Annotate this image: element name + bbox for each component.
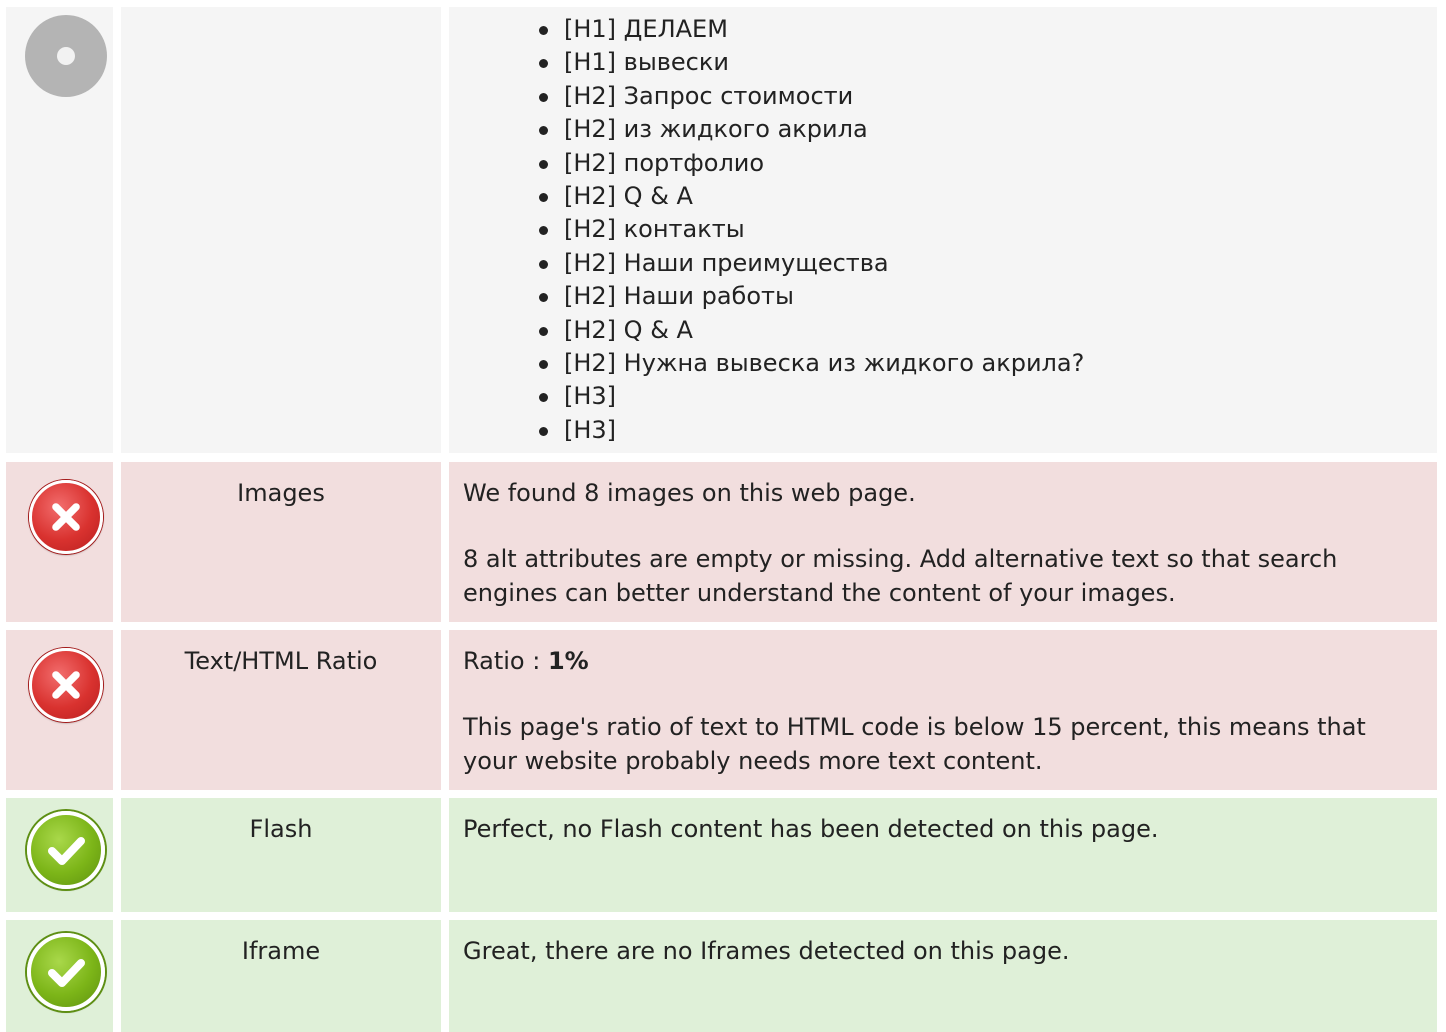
ratio-label-cell: Text/HTML Ratio	[121, 630, 441, 790]
heading-item: [H2] Нужна вывеска из жидкого акрила?	[539, 347, 1437, 380]
ratio-value-line: Ratio : 1%	[463, 644, 1423, 678]
error-x-icon	[29, 480, 103, 554]
heading-item: [H2] портфолио	[539, 147, 1437, 180]
iframe-status-cell	[6, 920, 113, 1032]
heading-item: [H2] Наши работы	[539, 280, 1437, 313]
iframe-text: Great, there are no Iframes detected on …	[463, 937, 1070, 965]
heading-item: [H2] из жидкого акрила	[539, 113, 1437, 146]
images-alt-text: 8 alt attributes are empty or missing. A…	[463, 545, 1338, 607]
heading-item: [H2] Запрос стоимости	[539, 80, 1437, 113]
ratio-prefix: Ratio :	[463, 647, 548, 675]
heading-item: [H1] вывески	[539, 46, 1437, 79]
headings-status-cell	[6, 7, 113, 453]
ratio-value: 1%	[547, 647, 589, 675]
heading-item: [H2] Наши преимущества	[539, 247, 1437, 280]
images-label: Images	[237, 479, 325, 507]
heading-item: [H2] Q & A	[539, 314, 1437, 347]
heading-item: [H3]	[539, 414, 1437, 447]
flash-label: Flash	[249, 815, 313, 843]
flash-status-cell	[6, 798, 113, 912]
error-x-icon	[29, 648, 103, 722]
images-label-cell: Images	[121, 462, 441, 622]
iframe-label: Iframe	[241, 937, 321, 965]
flash-label-cell: Flash	[121, 798, 441, 912]
info-neutral-icon	[25, 15, 107, 97]
iframe-label-cell: Iframe	[121, 920, 441, 1032]
headings-label-cell	[121, 7, 441, 453]
images-row: Images We found 8 images on this web pag…	[0, 462, 1446, 622]
ratio-content-cell: Ratio : 1% This page's ratio of text to …	[449, 630, 1437, 790]
flash-content-cell: Perfect, no Flash content has been detec…	[449, 798, 1437, 912]
headings-list: [H1] ДЕЛАЕМ [H1] вывески [H2] Запрос сто…	[449, 7, 1437, 447]
ratio-label: Text/HTML Ratio	[184, 647, 378, 675]
iframe-content-cell: Great, there are no Iframes detected on …	[449, 920, 1437, 1032]
flash-row: Flash Perfect, no Flash content has been…	[0, 798, 1446, 912]
heading-item: [H2] контакты	[539, 213, 1437, 246]
ratio-description: This page's ratio of text to HTML code i…	[463, 713, 1366, 775]
checkmark-icon	[27, 811, 105, 889]
heading-item: [H3]	[539, 380, 1437, 413]
iframe-row: Iframe Great, there are no Iframes detec…	[0, 920, 1446, 1032]
headings-row: [H1] ДЕЛАЕМ [H1] вывески [H2] Запрос сто…	[0, 7, 1446, 453]
checkmark-icon	[27, 933, 105, 1011]
heading-item: [H2] Q & A	[539, 180, 1437, 213]
ratio-status-cell	[6, 630, 113, 790]
headings-content-cell: [H1] ДЕЛАЕМ [H1] вывески [H2] Запрос сто…	[449, 7, 1437, 453]
ratio-row: Text/HTML Ratio Ratio : 1% This page's r…	[0, 630, 1446, 790]
flash-text: Perfect, no Flash content has been detec…	[463, 815, 1159, 843]
images-count-text: We found 8 images on this web page.	[463, 479, 916, 507]
images-content-cell: We found 8 images on this web page. 8 al…	[449, 462, 1437, 622]
heading-item: [H1] ДЕЛАЕМ	[539, 13, 1437, 46]
images-status-cell	[6, 462, 113, 622]
